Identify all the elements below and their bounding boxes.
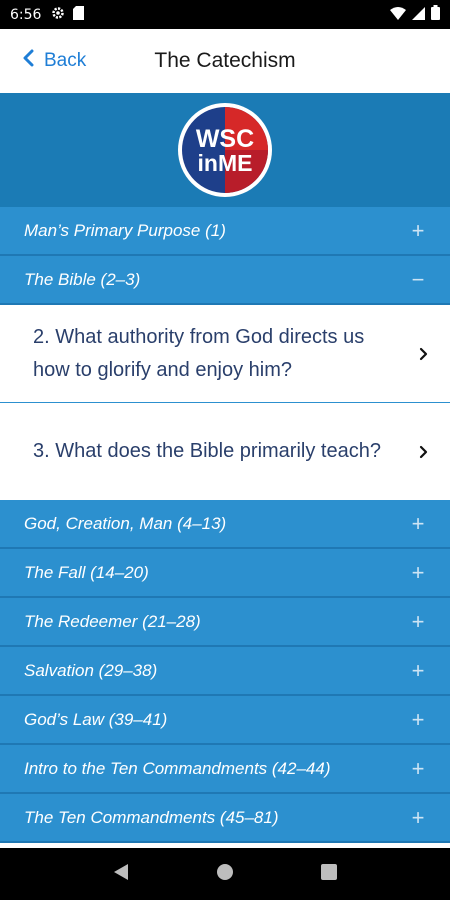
question-text: 3. What does the Bible primarily teach? <box>33 440 381 462</box>
navigation-bar: Back The Catechism <box>0 29 450 93</box>
back-label: Back <box>44 50 87 71</box>
section-label: The Ten Commandments (45–81) <box>24 807 279 827</box>
expand-icon: + <box>411 608 425 634</box>
expand-icon: + <box>411 217 425 243</box>
section-row[interactable]: The Ten Commandments (45–81) + <box>0 794 450 843</box>
settings-icon <box>51 5 65 24</box>
back-button[interactable]: Back <box>0 29 86 93</box>
back-triangle-icon[interactable] <box>113 863 129 886</box>
question-row[interactable]: 2. What authority from God directs us ho… <box>0 305 450 403</box>
catechism-list: Man’s Primary Purpose (1) + The Bible (2… <box>0 207 450 843</box>
expand-icon: + <box>411 657 425 683</box>
chevron-right-icon <box>418 347 430 361</box>
status-bar: 6:56 <box>0 0 450 29</box>
section-label: The Bible (2–3) <box>24 269 141 289</box>
section-label: The Redeemer (21–28) <box>24 611 201 631</box>
question-text: 2. What authority from God directs us ho… <box>33 325 365 381</box>
header-banner: WSC inME <box>0 93 450 207</box>
logo-text-wsc: WSC <box>196 125 254 153</box>
recents-square-icon[interactable] <box>320 863 337 885</box>
section-row[interactable]: Intro to the Ten Commandments (42–44) + <box>0 745 450 794</box>
expand-icon: + <box>411 510 425 536</box>
logo-text-inme: inME <box>198 150 253 176</box>
sd-card-icon <box>73 5 85 24</box>
section-row[interactable]: The Fall (14–20) + <box>0 549 450 598</box>
section-label: Intro to the Ten Commandments (42–44) <box>24 758 331 778</box>
wifi-icon <box>390 5 406 24</box>
app-logo: WSC inME <box>178 103 272 197</box>
chevron-right-icon <box>418 445 430 459</box>
section-label: The Fall (14–20) <box>24 562 149 582</box>
section-row[interactable]: The Redeemer (21–28) + <box>0 598 450 647</box>
status-time: 6:56 <box>10 6 42 23</box>
question-row[interactable]: 3. What does the Bible primarily teach? <box>0 403 450 500</box>
section-label: Salvation (29–38) <box>24 660 158 680</box>
section-label: Man’s Primary Purpose (1) <box>24 220 226 240</box>
expand-icon: + <box>411 804 425 830</box>
section-row[interactable]: God’s Law (39–41) + <box>0 696 450 745</box>
section-row[interactable]: Salvation (29–38) + <box>0 647 450 696</box>
home-circle-icon[interactable] <box>216 863 234 886</box>
collapse-icon: − <box>411 266 425 292</box>
expand-icon: + <box>411 559 425 585</box>
battery-icon <box>431 5 440 24</box>
expand-icon: + <box>411 706 425 732</box>
section-row[interactable]: The Bible (2–3) − <box>0 256 450 305</box>
section-label: God, Creation, Man (4–13) <box>24 513 227 533</box>
section-row[interactable]: God, Creation, Man (4–13) + <box>0 500 450 549</box>
section-label: God’s Law (39–41) <box>24 709 168 729</box>
chevron-left-icon <box>22 49 44 73</box>
system-navigation-bar <box>0 848 450 900</box>
signal-icon <box>412 5 425 24</box>
section-row[interactable]: Man’s Primary Purpose (1) + <box>0 207 450 256</box>
expand-icon: + <box>411 755 425 781</box>
